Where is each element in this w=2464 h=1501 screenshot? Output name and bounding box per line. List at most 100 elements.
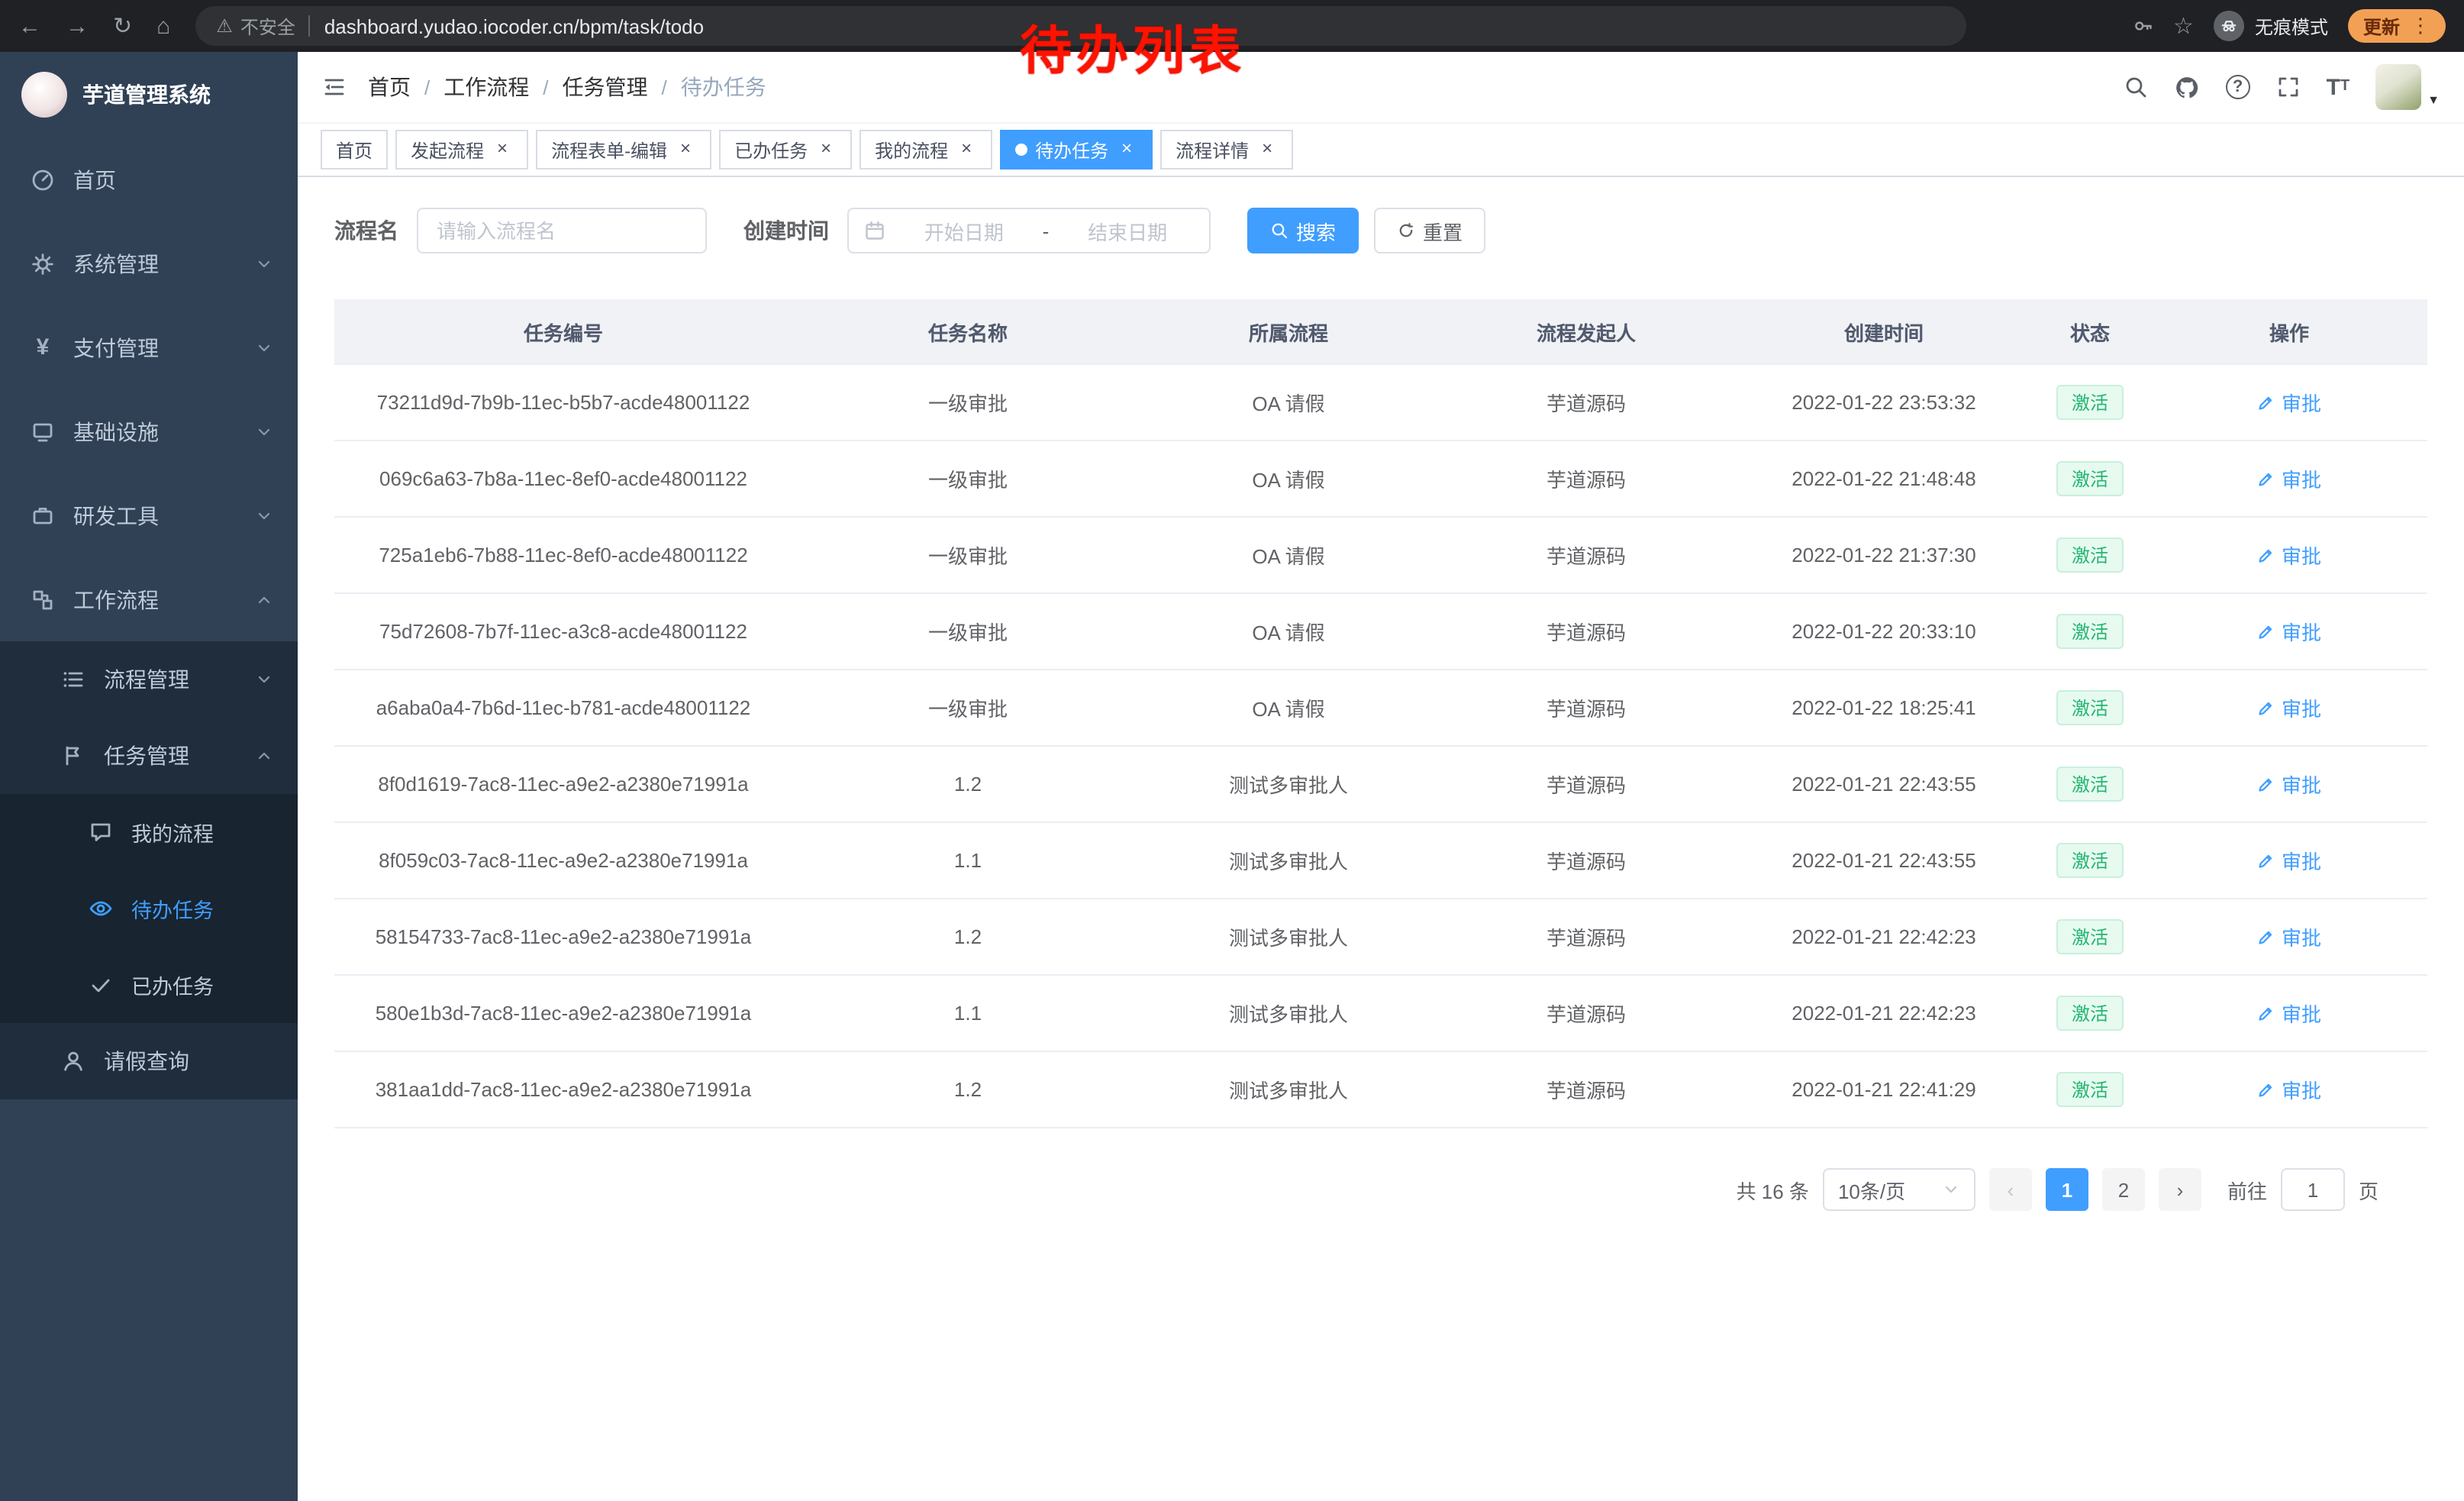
hamburger-icon[interactable] bbox=[322, 75, 347, 99]
sidebar-item-payment[interactable]: ¥ 支付管理 bbox=[0, 305, 298, 389]
page-button-2[interactable]: 2 bbox=[2102, 1168, 2145, 1211]
page-size-select[interactable]: 10条/页 bbox=[1823, 1168, 1975, 1211]
table-row: 58154733-7ac8-11ec-a9e2-a2380e71991a 1.2… bbox=[334, 899, 2427, 975]
tab-done-tasks[interactable]: 已办任务 × bbox=[719, 130, 852, 169]
fullscreen-icon[interactable] bbox=[2276, 75, 2301, 99]
app-logo[interactable]: 芋道管理系统 bbox=[0, 52, 298, 137]
tab-todo-tasks[interactable]: 待办任务 × bbox=[1000, 130, 1153, 169]
approve-link[interactable]: 审批 bbox=[2257, 464, 2321, 493]
tab-close-icon[interactable]: × bbox=[815, 139, 837, 160]
next-page-button[interactable]: › bbox=[2159, 1168, 2201, 1211]
tab-home[interactable]: 首页 bbox=[321, 130, 388, 169]
start-date-placeholder: 开始日期 bbox=[898, 216, 1030, 245]
sidebar-item-process-mgmt[interactable]: 流程管理 bbox=[0, 641, 298, 718]
sidebar-item-infra[interactable]: 基础设施 bbox=[0, 389, 298, 473]
breadcrumb-item-workflow[interactable]: 工作流程 bbox=[443, 72, 529, 102]
update-button[interactable]: 更新 ⋮ bbox=[2348, 9, 2446, 43]
help-icon[interactable]: ? bbox=[2226, 75, 2250, 99]
tab-close-icon[interactable]: × bbox=[675, 139, 696, 160]
process-name-input[interactable] bbox=[417, 208, 707, 253]
sidebar-item-workflow[interactable]: 工作流程 bbox=[0, 557, 298, 641]
cell-process: 测试多审批人 bbox=[1143, 746, 1434, 822]
col-task-id: 任务编号 bbox=[334, 299, 792, 364]
breadcrumb-item-home[interactable]: 首页 bbox=[368, 72, 411, 102]
page-button-1[interactable]: 1 bbox=[2046, 1168, 2088, 1211]
cell-create-time: 2022-01-21 22:42:23 bbox=[1739, 975, 2029, 1051]
flag-icon bbox=[61, 744, 85, 768]
chevron-up-icon bbox=[255, 747, 273, 765]
calendar-icon bbox=[864, 220, 885, 241]
approve-link[interactable]: 审批 bbox=[2257, 922, 2321, 951]
tab-close-icon[interactable]: × bbox=[492, 139, 513, 160]
cell-status: 激活 bbox=[2029, 593, 2151, 670]
cell-status: 激活 bbox=[2029, 1051, 2151, 1128]
search-button-label: 搜索 bbox=[1296, 216, 1336, 245]
tab-process-detail[interactable]: 流程详情 × bbox=[1160, 130, 1293, 169]
reset-button[interactable]: 重置 bbox=[1374, 208, 1485, 253]
sidebar-item-todo-tasks[interactable]: 待办任务 bbox=[0, 870, 298, 947]
tab-process-form-edit[interactable]: 流程表单-编辑 × bbox=[536, 130, 711, 169]
approve-link[interactable]: 审批 bbox=[2257, 541, 2321, 570]
tab-start-process[interactable]: 发起流程 × bbox=[395, 130, 528, 169]
key-icon[interactable] bbox=[2132, 15, 2153, 37]
approve-link[interactable]: 审批 bbox=[2257, 999, 2321, 1028]
approve-link[interactable]: 审批 bbox=[2257, 846, 2321, 875]
cell-initiator: 芋道源码 bbox=[1434, 746, 1739, 822]
cell-action: 审批 bbox=[2151, 364, 2427, 441]
sidebar-item-home[interactable]: 首页 bbox=[0, 137, 298, 221]
col-process: 所属流程 bbox=[1143, 299, 1434, 364]
status-badge: 激活 bbox=[2056, 537, 2124, 573]
tab-close-icon[interactable]: × bbox=[1116, 139, 1137, 160]
cell-create-time: 2022-01-22 20:33:10 bbox=[1739, 593, 2029, 670]
search-icon[interactable] bbox=[2124, 75, 2148, 99]
sidebar-item-label: 流程管理 bbox=[104, 664, 237, 695]
page-content: 流程名 创建时间 开始日期 - 结束日期 搜索 重置 bbox=[298, 208, 2464, 1211]
cell-action: 审批 bbox=[2151, 1051, 2427, 1128]
cell-action: 审批 bbox=[2151, 822, 2427, 899]
cell-create-time: 2022-01-21 22:42:23 bbox=[1739, 899, 2029, 975]
font-size-icon[interactable]: TT bbox=[2327, 76, 2350, 98]
bookmark-star-icon[interactable]: ☆ bbox=[2173, 12, 2194, 40]
chevron-down-icon bbox=[255, 338, 273, 357]
sidebar-item-dev-tools[interactable]: 研发工具 bbox=[0, 473, 298, 557]
cell-initiator: 芋道源码 bbox=[1434, 517, 1739, 593]
search-button[interactable]: 搜索 bbox=[1247, 208, 1359, 253]
date-range-picker[interactable]: 开始日期 - 结束日期 bbox=[847, 208, 1211, 253]
chevron-down-icon bbox=[1942, 1180, 1960, 1199]
chevron-down-icon bbox=[255, 506, 273, 525]
cell-action: 审批 bbox=[2151, 593, 2427, 670]
approve-link[interactable]: 审批 bbox=[2257, 770, 2321, 799]
tab-close-icon[interactable]: × bbox=[956, 139, 977, 160]
avatar[interactable] bbox=[2375, 64, 2421, 110]
active-tab-dot bbox=[1015, 144, 1027, 156]
cell-status: 激活 bbox=[2029, 670, 2151, 746]
browser-menu-icon[interactable]: ⋮ bbox=[2411, 14, 2430, 38]
sidebar-item-leave-query[interactable]: 请假查询 bbox=[0, 1023, 298, 1099]
github-icon[interactable] bbox=[2174, 74, 2200, 100]
approve-link[interactable]: 审批 bbox=[2257, 388, 2321, 417]
cell-task-id: 725a1eb6-7b88-11ec-8ef0-acde48001122 bbox=[334, 517, 792, 593]
home-icon[interactable]: ⌂ bbox=[156, 13, 170, 39]
forward-icon[interactable]: → bbox=[66, 13, 89, 39]
pagination: 共 16 条 10条/页 ‹ 1 2 › 前往 页 bbox=[334, 1168, 2427, 1211]
approve-link[interactable]: 审批 bbox=[2257, 617, 2321, 646]
tab-my-process[interactable]: 我的流程 × bbox=[859, 130, 992, 169]
cell-action: 审批 bbox=[2151, 517, 2427, 593]
cell-task-name: 一级审批 bbox=[792, 670, 1143, 746]
breadcrumb-item-task-mgmt[interactable]: 任务管理 bbox=[563, 72, 648, 102]
sidebar-item-done-tasks[interactable]: 已办任务 bbox=[0, 947, 298, 1023]
sidebar-item-task-mgmt[interactable]: 任务管理 bbox=[0, 718, 298, 794]
approve-link[interactable]: 审批 bbox=[2257, 693, 2321, 722]
sidebar-item-label: 研发工具 bbox=[73, 500, 237, 531]
goto-page-input[interactable] bbox=[2281, 1168, 2345, 1211]
approve-link[interactable]: 审批 bbox=[2257, 1075, 2321, 1104]
security-chip[interactable]: ⚠ 不安全 bbox=[216, 13, 295, 39]
sidebar-item-system[interactable]: 系统管理 bbox=[0, 221, 298, 305]
prev-page-button[interactable]: ‹ bbox=[1989, 1168, 2032, 1211]
reload-icon[interactable]: ↻ bbox=[113, 12, 132, 40]
back-icon[interactable]: ← bbox=[18, 13, 41, 39]
tab-close-icon[interactable]: × bbox=[1256, 139, 1278, 160]
user-menu[interactable]: ▼ bbox=[2375, 64, 2440, 110]
sidebar-item-my-process[interactable]: 我的流程 bbox=[0, 794, 298, 870]
cell-create-time: 2022-01-22 18:25:41 bbox=[1739, 670, 2029, 746]
